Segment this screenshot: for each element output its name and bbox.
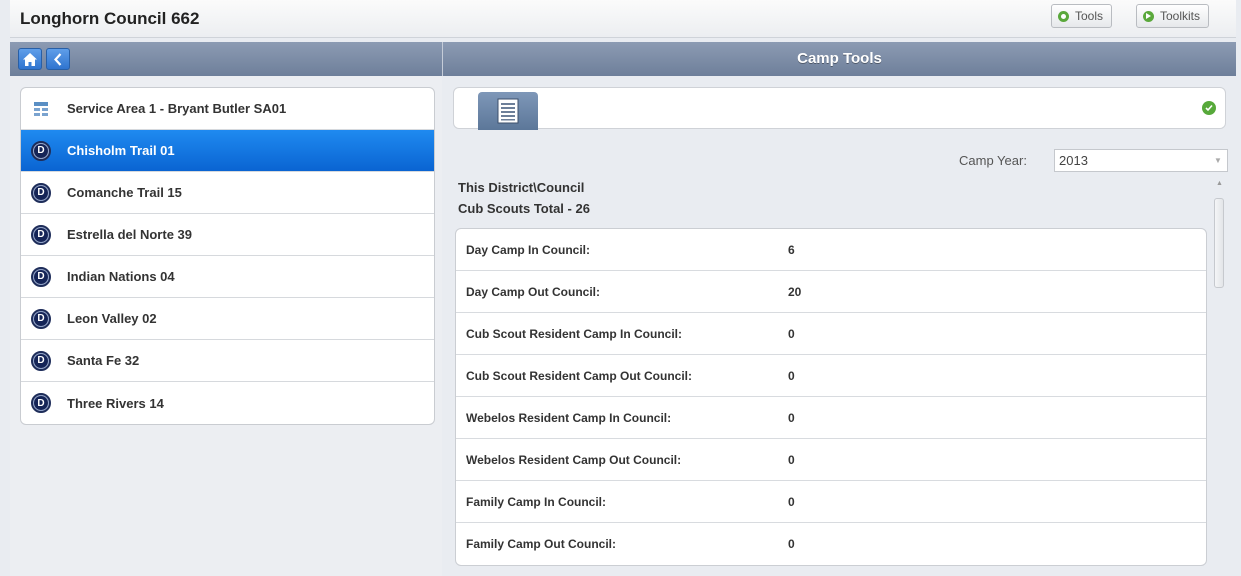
sidebar-item-label: Three Rivers 14 bbox=[67, 395, 164, 411]
table-row: Day Camp Out Council: 20 bbox=[456, 271, 1206, 313]
sidebar-item-three-rivers[interactable]: D Three Rivers 14 bbox=[21, 382, 434, 424]
table-row: Cub Scout Resident Camp Out Council: 0 bbox=[456, 355, 1206, 397]
sidebar-item-indian-nations[interactable]: D Indian Nations 04 bbox=[21, 256, 434, 298]
row-label: Webelos Resident Camp Out Council: bbox=[466, 452, 682, 467]
district-icon: D bbox=[31, 393, 51, 413]
tools-icon bbox=[1058, 10, 1069, 22]
table-row: Cub Scout Resident Camp In Council: 0 bbox=[456, 313, 1206, 355]
table-row: Webelos Resident Camp In Council: 0 bbox=[456, 397, 1206, 439]
scrollbar[interactable]: ▲ bbox=[1212, 180, 1226, 300]
camp-year-label: Camp Year: bbox=[959, 153, 1027, 168]
council-title: Longhorn Council 662 bbox=[20, 9, 200, 28]
tools-label: Tools bbox=[1075, 9, 1104, 23]
sidebar-item-estrella-del-norte[interactable]: D Estrella del Norte 39 bbox=[21, 214, 434, 256]
camp-stats-table: Day Camp In Council: 6 Day Camp Out Coun… bbox=[455, 228, 1207, 566]
service-area-icon bbox=[34, 101, 48, 116]
toolkits-label: Toolkits bbox=[1160, 9, 1201, 23]
sidebar-item-label: Chisholm Trail 01 bbox=[67, 143, 175, 158]
district-icon: D bbox=[31, 350, 51, 371]
district-list: Service Area 1 - Bryant Butler SA01 D Ch… bbox=[20, 87, 435, 425]
sidebar-item-leon-valley[interactable]: D Leon Valley 02 bbox=[21, 298, 434, 340]
row-label: Family Camp In Council: bbox=[466, 494, 607, 509]
document-icon bbox=[497, 98, 519, 124]
table-row: Day Camp In Council: 6 bbox=[456, 229, 1206, 271]
row-value: 0 bbox=[788, 410, 795, 425]
row-value: 0 bbox=[788, 537, 795, 551]
camp-tools-pane: Camp Year: 2013 ▼ This District\Council … bbox=[443, 76, 1236, 576]
row-value: 0 bbox=[788, 452, 795, 467]
toolkits-icon bbox=[1143, 10, 1154, 22]
row-label: Webelos Resident Camp In Council: bbox=[466, 410, 672, 425]
row-value: 0 bbox=[788, 368, 795, 383]
cub-scouts-total: Cub Scouts Total - 26 bbox=[458, 201, 590, 216]
sidebar-item-label: Service Area 1 - Bryant Butler SA01 bbox=[67, 101, 287, 116]
row-label: Cub Scout Resident Camp Out Council: bbox=[466, 368, 693, 383]
back-button[interactable] bbox=[46, 48, 70, 70]
row-value: 20 bbox=[788, 284, 802, 299]
sidebar-item-label: Estrella del Norte 39 bbox=[67, 227, 192, 242]
row-label: Cub Scout Resident Camp In Council: bbox=[466, 326, 683, 341]
camp-year-value: 2013 bbox=[1059, 153, 1088, 168]
chevron-down-icon: ▼ bbox=[1214, 156, 1222, 165]
sidebar-item-service-area[interactable]: Service Area 1 - Bryant Butler SA01 bbox=[21, 88, 434, 130]
table-row: Family Camp Out Council: 0 bbox=[456, 523, 1206, 565]
tool-strip bbox=[453, 87, 1226, 130]
sidebar-item-label: Leon Valley 02 bbox=[67, 311, 157, 326]
home-button[interactable] bbox=[18, 48, 42, 70]
district-icon: D bbox=[31, 182, 51, 203]
row-label: Day Camp Out Council: bbox=[466, 284, 601, 299]
section-title: Camp Tools bbox=[797, 50, 882, 67]
table-row: Family Camp In Council: 0 bbox=[456, 481, 1206, 523]
camp-year-select[interactable]: 2013 ▼ bbox=[1054, 149, 1228, 172]
row-label: Family Camp Out Council: bbox=[466, 537, 617, 551]
sidebar-item-comanche-trail[interactable]: D Comanche Trail 15 bbox=[21, 172, 434, 214]
district-icon: D bbox=[31, 140, 51, 161]
header-band: Camp Tools bbox=[10, 42, 1236, 76]
toolkits-button[interactable]: Toolkits bbox=[1136, 4, 1210, 28]
tools-button[interactable]: Tools bbox=[1051, 4, 1113, 28]
top-bar: Longhorn Council 662 Tools Toolkits bbox=[10, 0, 1236, 38]
sidebar-item-label: Santa Fe 32 bbox=[67, 353, 140, 368]
district-heading: This District\Council bbox=[458, 180, 585, 195]
row-value: 6 bbox=[788, 242, 795, 257]
row-label: Day Camp In Council: bbox=[466, 242, 591, 257]
scroll-up-icon: ▲ bbox=[1216, 180, 1223, 187]
home-icon bbox=[23, 52, 37, 66]
district-icon: D bbox=[31, 224, 51, 245]
sidebar-item-santa-fe[interactable]: D Santa Fe 32 bbox=[21, 340, 434, 382]
scrollbar-thumb[interactable] bbox=[1214, 198, 1224, 288]
sidebar-item-label: Comanche Trail 15 bbox=[67, 185, 182, 200]
row-value: 0 bbox=[788, 494, 795, 509]
table-row: Webelos Resident Camp Out Council: 0 bbox=[456, 439, 1206, 481]
sidebar-item-label: Indian Nations 04 bbox=[67, 269, 175, 284]
report-button[interactable] bbox=[478, 92, 538, 130]
district-pane: Service Area 1 - Bryant Butler SA01 D Ch… bbox=[10, 76, 442, 576]
district-icon: D bbox=[31, 308, 51, 329]
status-ok-icon bbox=[1202, 101, 1216, 115]
back-icon bbox=[54, 52, 62, 66]
sidebar-item-chisholm-trail[interactable]: D Chisholm Trail 01 bbox=[21, 130, 434, 172]
district-icon: D bbox=[31, 266, 51, 287]
row-value: 0 bbox=[788, 326, 795, 341]
